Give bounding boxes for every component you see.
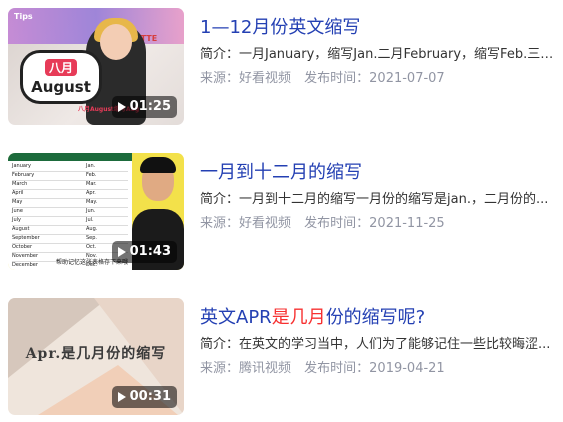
month-card-zh: 八月 [44,58,77,76]
duration-text: 00:31 [129,389,171,404]
video-thumbnail[interactable]: January Jan. February Feb. March Mar. April… [8,153,184,270]
result-title-link[interactable]: 一月到十二月的缩写 [200,158,362,184]
title-prefix: 英文APR [200,307,272,328]
title-suffix: 份的缩写呢? [325,307,426,328]
result-meta: 来源：好看视频 发布时间：2021-07-07 [200,67,454,86]
result-title-link[interactable]: 英文APR是几月份的缩写呢? [200,303,425,329]
video-result-list: Tips LATTE 八月 August 八月August缩写Aug 01:25… [0,0,563,422]
video-result-item[interactable]: January Jan. February Feb. March Mar. April… [0,145,563,273]
result-publish-time: 发布时间：2021-07-07 [304,71,445,86]
duration-badge: 01:25 [111,96,177,118]
video-result-item[interactable]: Apr.是几月份的缩写 00:31 英文APR是几月份的缩写呢? 简介：在英文的… [0,290,563,418]
result-publish-time: 发布时间：2021-11-25 [304,216,445,231]
title-highlight: 是几月 [271,307,326,328]
video-thumbnail[interactable]: Tips LATTE 八月 August 八月August缩写Aug 01:25 [8,8,184,125]
duration-text: 01:43 [129,244,171,259]
result-publish-time: 发布时间：2019-04-21 [304,361,445,376]
play-icon [117,102,126,112]
result-source: 来源：好看视频 [200,216,292,231]
result-meta: 来源：腾讯视频 发布时间：2019-04-21 [200,357,454,376]
duration-badge: 01:43 [111,241,177,263]
month-card: 八月 August [20,50,102,104]
play-icon [117,247,126,257]
result-source: 来源：腾讯视频 [200,361,292,376]
presenter-face [100,24,132,60]
video-thumbnail[interactable]: Apr.是几月份的缩写 00:31 [8,298,184,415]
thumbnail-logo: Tips [14,12,33,21]
thumbnail-title-text: Apr.是几月份的缩写 [25,346,167,362]
result-meta: 来源：好看视频 发布时间：2021-11-25 [200,212,454,231]
result-summary: 简介：一月到十二月的缩写一月份的缩写是jan.，二月份的... [200,192,549,207]
duration-badge: 00:31 [111,386,177,408]
result-summary: 简介：一月January，缩写Jan.二月February，缩写Feb.三月..… [200,47,556,62]
duration-text: 01:25 [129,99,171,114]
result-title-link[interactable]: 1—12月份英文缩写 [200,13,360,39]
result-summary: 简介：在英文的学习当中，人们为了能够记住一些比较晦涩... [200,337,551,352]
presenter-hair [140,157,176,173]
month-card-en: August [31,77,91,96]
video-result-item[interactable]: Tips LATTE 八月 August 八月August缩写Aug 01:25… [0,0,563,128]
result-source: 来源：好看视频 [200,71,292,86]
play-icon [117,392,126,402]
month-table-header [8,153,132,161]
